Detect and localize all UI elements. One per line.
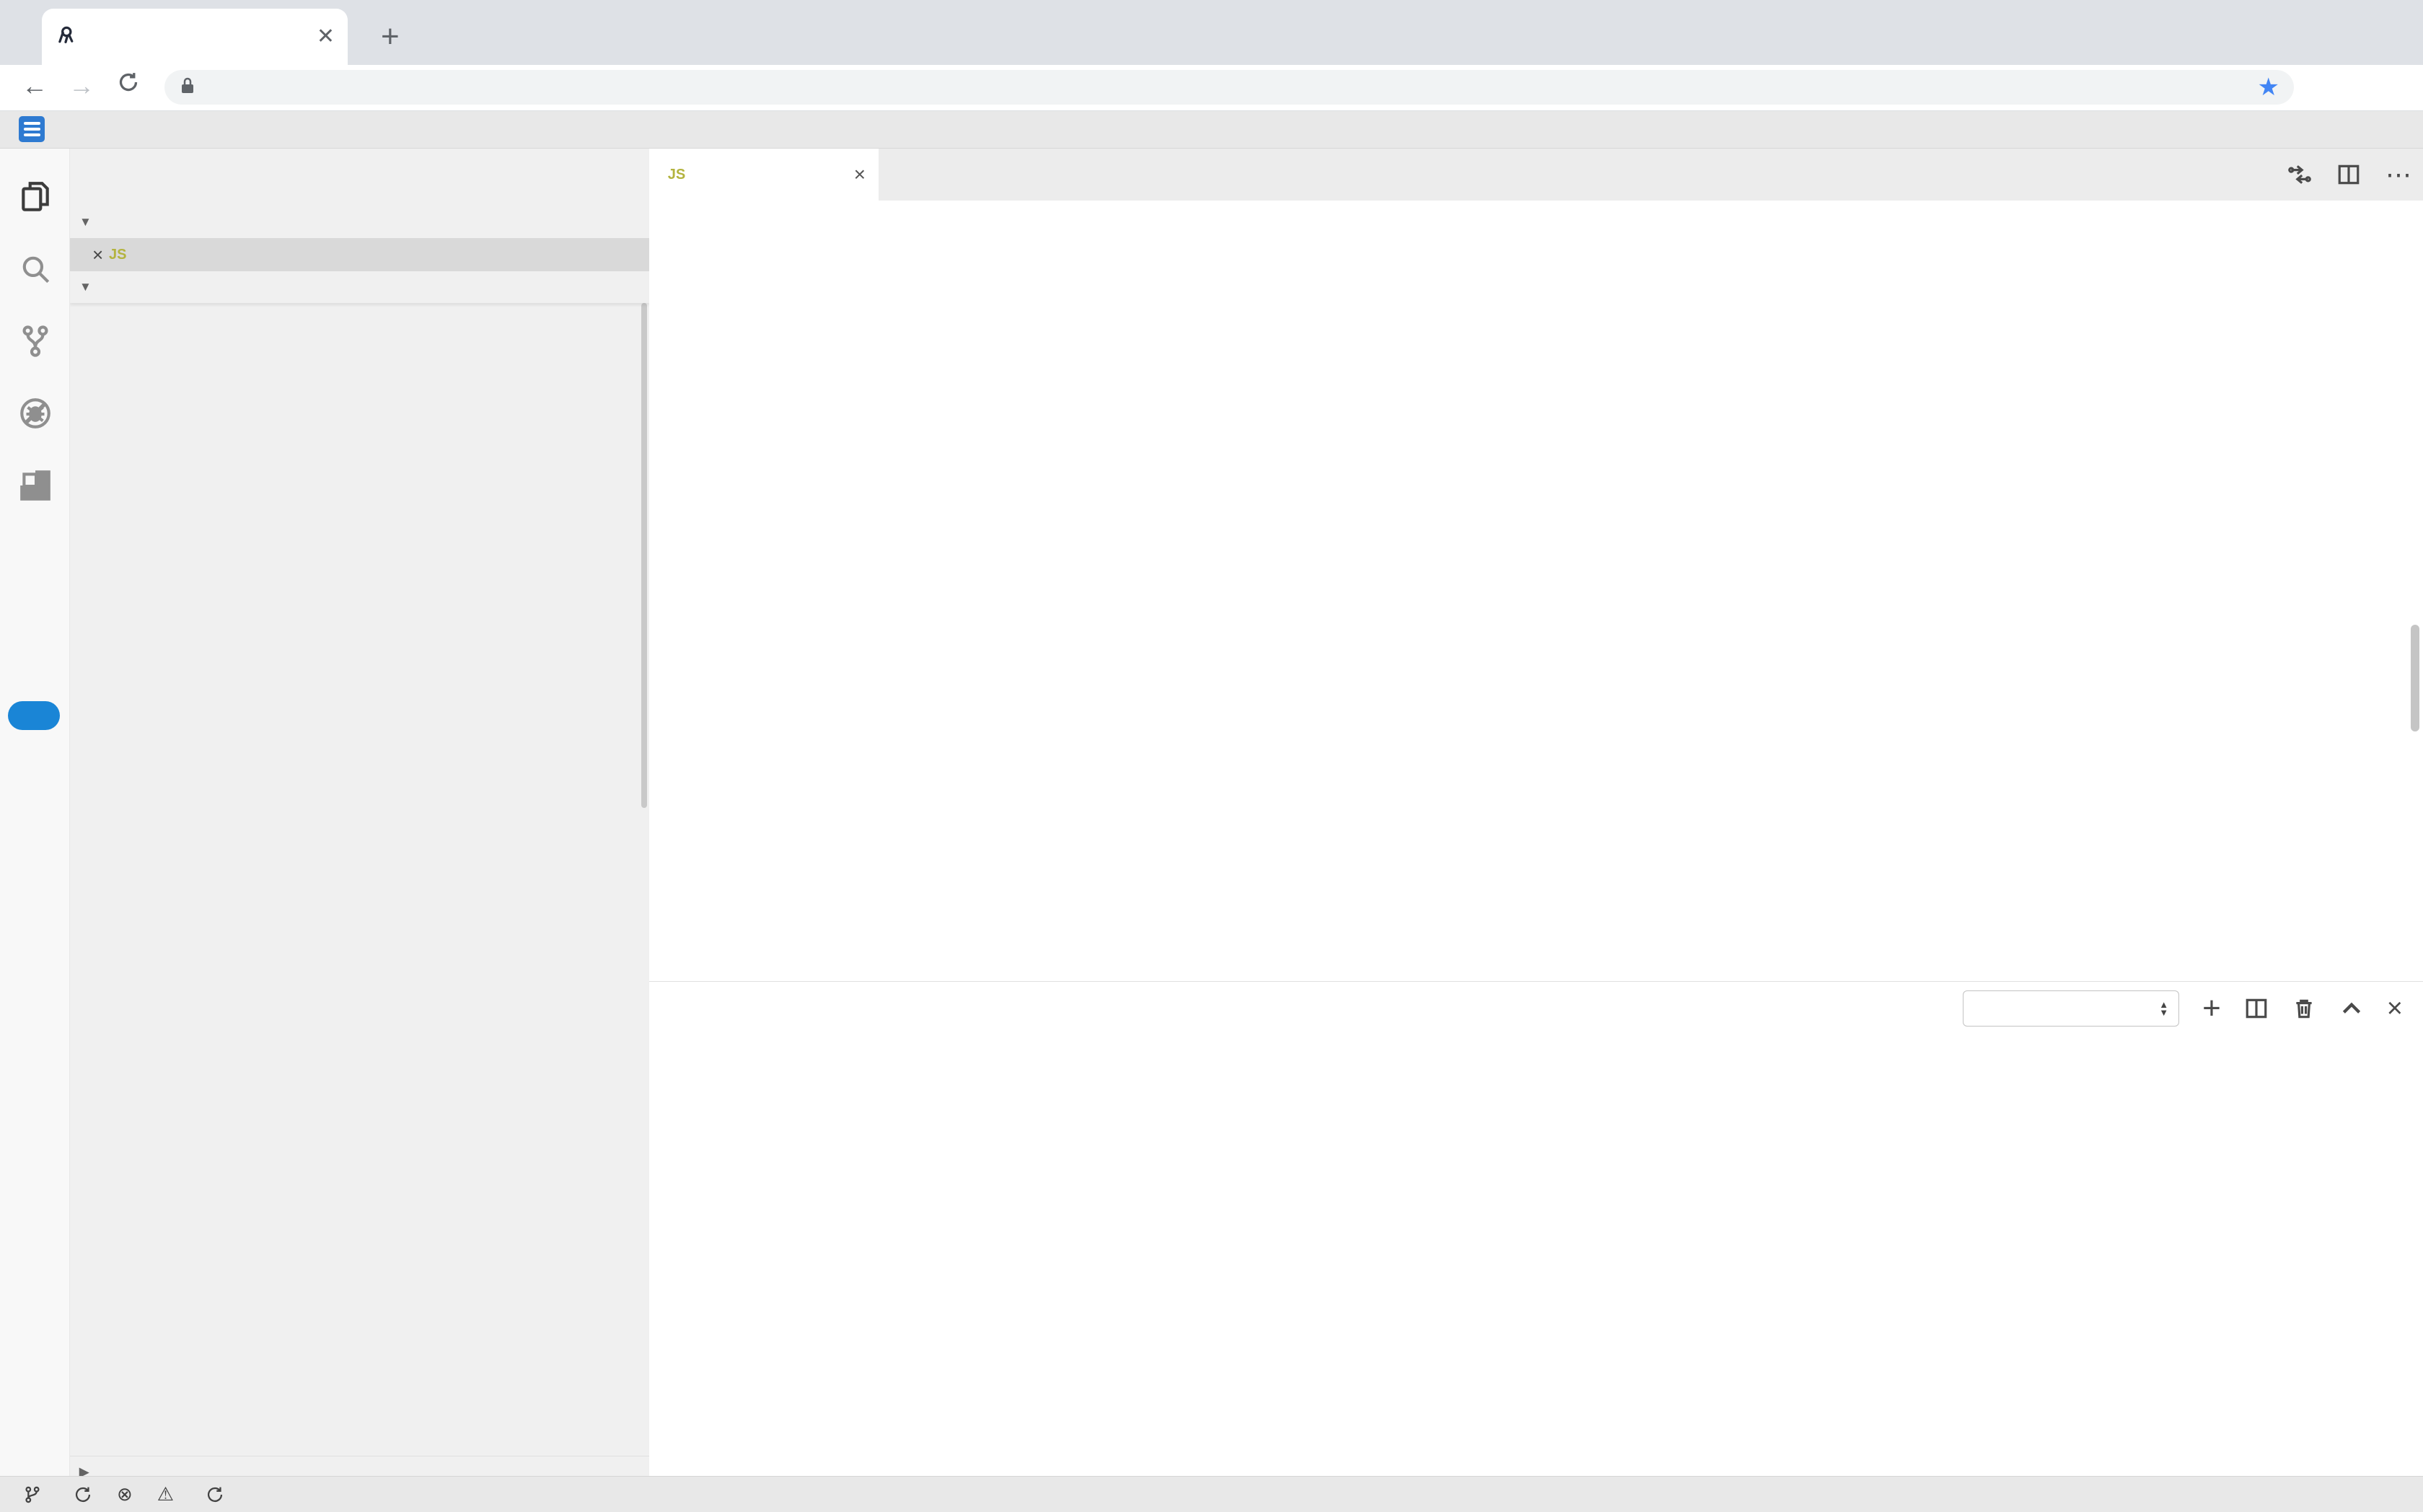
kill-terminal-icon[interactable] — [2292, 996, 2316, 1021]
terminal-select[interactable]: ▲▼ — [1963, 990, 2179, 1027]
maximize-panel-icon[interactable] — [2339, 996, 2364, 1021]
terminal[interactable] — [649, 1054, 2423, 1477]
new-tab-button[interactable]: + — [381, 19, 400, 55]
close-icon[interactable]: × — [92, 244, 103, 266]
browser-toolbar: ← → ★ ⋮ — [0, 65, 2423, 111]
browser-tabstrip: ✕ + — [0, 0, 2423, 65]
back-icon[interactable]: ← — [22, 71, 48, 101]
forward-icon[interactable]: → — [69, 71, 94, 101]
loading-icon — [206, 1485, 224, 1505]
activity-bar: ⚙ — [0, 149, 70, 1476]
vscode-titlebar — [0, 111, 2423, 149]
close-panel-icon[interactable]: × — [2387, 999, 2403, 1019]
explorer-sidebar: ▼ × JS ▼ ▶ — [70, 149, 649, 1476]
language-status-item[interactable] — [206, 1485, 232, 1505]
source-control-icon[interactable] — [17, 323, 53, 359]
bottom-panel: ▲▼ + × — [649, 981, 2423, 1476]
explorer-icon[interactable] — [17, 179, 53, 215]
debug-disabled-icon[interactable] — [17, 395, 53, 431]
file-tree — [70, 303, 649, 1476]
more-actions-icon[interactable]: ⋯ — [2385, 159, 2411, 190]
branch-icon — [23, 1485, 42, 1505]
sidebar-scrollbar[interactable] — [641, 303, 647, 808]
minimap[interactable] — [2193, 206, 2373, 783]
lock-icon — [179, 75, 196, 100]
sync-item[interactable] — [74, 1485, 92, 1505]
problems-item[interactable]: ⊗ ⚠ — [117, 1483, 181, 1506]
js-file-icon: JS — [103, 247, 132, 263]
app-logo-icon — [19, 116, 45, 142]
tab-close-icon[interactable]: ✕ — [317, 26, 335, 48]
js-file-icon: JS — [662, 167, 691, 183]
editor-scrollbar[interactable] — [2411, 625, 2419, 731]
status-bar: ⊗ ⚠ — [0, 1476, 2423, 1512]
bookmark-star-icon[interactable]: ★ — [2258, 73, 2279, 102]
sync-icon — [74, 1485, 92, 1505]
error-icon: ⊗ — [117, 1483, 133, 1506]
warning-icon: ⚠ — [157, 1483, 174, 1506]
browser-window: ✕ + ← → ★ ⋮ — [0, 0, 2423, 1512]
url-bar[interactable]: ★ — [164, 70, 2294, 105]
workspace-header[interactable]: ▼ — [70, 271, 649, 303]
reload-icon[interactable] — [115, 69, 141, 102]
search-icon[interactable] — [17, 251, 53, 287]
site-favicon — [55, 25, 76, 50]
git-branch-item[interactable] — [23, 1485, 49, 1505]
open-changes-icon[interactable] — [2287, 162, 2312, 187]
split-terminal-icon[interactable] — [2244, 996, 2269, 1021]
split-editor-icon[interactable] — [2336, 162, 2361, 187]
editor-tab[interactable]: JS × — [649, 149, 879, 201]
open-editor-item[interactable]: × JS — [70, 238, 649, 271]
browser-tab[interactable]: ✕ — [42, 9, 348, 65]
extensions-icon[interactable] — [17, 467, 53, 504]
new-terminal-icon[interactable]: + — [2202, 998, 2221, 1020]
editor-tab-close-icon[interactable]: × — [854, 163, 866, 186]
select-arrows-icon: ▲▼ — [2159, 1001, 2168, 1016]
editor-tabbar: JS × ⋯ — [649, 149, 2423, 201]
twistie-icon: ▼ — [79, 215, 92, 229]
twistie-icon: ▶ — [79, 1465, 89, 1476]
outline-header[interactable]: ▶ — [70, 1456, 649, 1476]
twistie-icon: ▼ — [79, 280, 92, 294]
open-editors-header[interactable]: ▼ — [70, 206, 649, 238]
collaboration-off-badge[interactable] — [8, 701, 60, 730]
code-editor[interactable] — [649, 201, 2423, 981]
